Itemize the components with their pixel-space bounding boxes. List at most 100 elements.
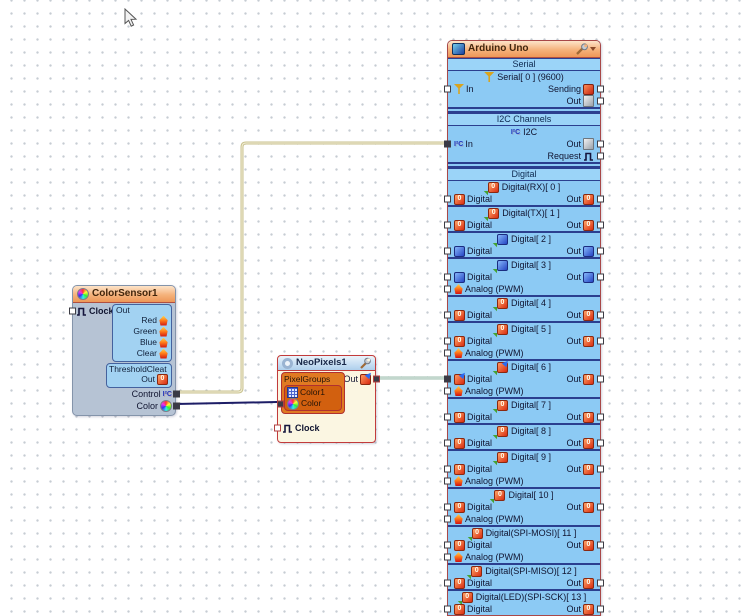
green-pin-row: Green — [113, 326, 171, 337]
clock-pin[interactable] — [69, 307, 76, 315]
digital-channel: Digital[ 7 ] Digital Out — [444, 397, 604, 423]
digital-channel-icon — [471, 565, 483, 577]
digital-out-pin[interactable] — [597, 541, 604, 549]
digital-out-pin[interactable] — [597, 439, 604, 447]
color-pin-row: Color — [136, 400, 180, 412]
digital-out-pin[interactable] — [597, 273, 604, 281]
digital-out-pin[interactable] — [597, 375, 604, 383]
digital-channel: Digital[ 9 ] Digital Out Analog (PWM) — [444, 449, 604, 487]
analog-pwm-pin[interactable] — [444, 515, 451, 523]
digital-pin-icon — [454, 271, 465, 283]
chevron-down-icon[interactable] — [590, 47, 596, 51]
analog-pwm-pin[interactable] — [444, 349, 451, 357]
digital-channel: Digital(RX)[ 0 ] Digital Out — [444, 181, 604, 205]
neopixels-clock-pin[interactable] — [274, 424, 281, 432]
flame-icon — [454, 514, 463, 524]
pixelgroups-panel: PixelGroups Color1 Color — [277, 372, 345, 414]
digital-in-pin[interactable] — [444, 311, 451, 319]
i2c-in-pin[interactable] — [444, 140, 451, 148]
digital-in-pin[interactable] — [444, 337, 451, 345]
digital-in-pin[interactable] — [444, 605, 451, 613]
channel-title: Digital(LED)(SPI-SCK)[ 13 ] — [448, 591, 600, 603]
digital-in-pin[interactable] — [444, 413, 451, 421]
channel-title: Digital[ 9 ] — [448, 451, 600, 463]
control-pin[interactable] — [173, 390, 180, 398]
digital-pin-icon — [454, 577, 465, 589]
chip-icon — [452, 43, 465, 55]
digital-out-pin[interactable] — [597, 221, 604, 229]
i2c-request-pin[interactable] — [597, 152, 604, 160]
digital-channel-icon — [496, 259, 508, 271]
digital-channel: Digital[ 4 ] Digital Out — [444, 295, 604, 321]
digital-in-pin[interactable] — [444, 247, 451, 255]
channel-title: Digital[ 2 ] — [448, 233, 600, 245]
digital-out-pin[interactable] — [597, 337, 604, 345]
digital-in-pin[interactable] — [444, 273, 451, 281]
neopixels1-header[interactable]: NeoPixels1 — [278, 356, 375, 371]
colorsensor1-header[interactable]: ColorSensor1 — [73, 286, 175, 303]
digital-out-pin[interactable] — [597, 503, 604, 511]
colorsensor1-block[interactable]: ColorSensor1 Clock Out Red Green Blue Cl… — [69, 285, 180, 416]
analog-pwm-pin[interactable] — [444, 553, 451, 561]
digital-pin-icon — [454, 193, 465, 205]
sending-icon — [583, 83, 594, 95]
analog-pwm-row: Analog (PWM) — [444, 385, 600, 397]
neopixels-color-label: Color — [301, 398, 322, 408]
digital-channel: Digital[ 10 ] Digital Out Analog (PWM) — [444, 487, 604, 525]
digital-in-pin[interactable] — [444, 579, 451, 587]
neopixels-out-pin[interactable] — [373, 375, 380, 383]
red-pin-label: Red — [141, 315, 157, 325]
digital-channel-icon — [496, 297, 508, 309]
neopixels-color-pin[interactable] — [277, 400, 284, 407]
document-icon — [583, 95, 594, 107]
color-wheel-icon — [160, 400, 172, 412]
digital-channel: Digital[ 8 ] Digital Out — [444, 423, 604, 449]
digital-out-icon — [583, 271, 594, 283]
wire-color-to-neopixels[interactable] — [175, 401, 278, 405]
i2c-out-pin[interactable] — [597, 140, 604, 148]
threshold-out-row: Out — [107, 374, 171, 385]
channel-pin-row: Digital Out — [444, 437, 604, 449]
digital-in-pin[interactable] — [444, 503, 451, 511]
antenna-icon — [454, 84, 464, 94]
channel-title: Digital[ 6 ] — [448, 361, 600, 373]
serial-sending-pin[interactable] — [597, 85, 604, 93]
neopixels-out-row: Out — [343, 373, 380, 385]
channel-pin-row: Digital Out — [444, 271, 604, 283]
digital-in-pin[interactable] — [444, 439, 451, 447]
channel-pin-row: Digital Out — [444, 539, 604, 551]
i2c-icon: I²C — [454, 140, 464, 148]
serial-out-pin[interactable] — [597, 97, 604, 105]
neopixels1-block[interactable]: NeoPixels1 Out PixelGroups Color1 Color — [274, 355, 380, 443]
pulse-icon — [283, 424, 292, 433]
i2c-icon: I²C — [510, 128, 521, 136]
color-pin[interactable] — [173, 402, 180, 410]
digital-out-pin[interactable] — [597, 579, 604, 587]
wrench-icon[interactable] — [359, 357, 371, 369]
arduino-header[interactable]: Arduino Uno — [448, 41, 600, 58]
digital-pin-icon — [454, 309, 465, 321]
arduino-uno-block[interactable]: Arduino Uno Serial Serial[ 0 ] (9600) In… — [444, 40, 604, 616]
digital-in-pin[interactable] — [444, 541, 451, 549]
digital-in-pin[interactable] — [444, 375, 451, 383]
clear-pin-row: Clear — [113, 348, 171, 359]
neopixels-color-row: Color — [277, 397, 339, 410]
analog-pwm-pin[interactable] — [444, 477, 451, 485]
digital-in-pin[interactable] — [444, 195, 451, 203]
digital-out-pin[interactable] — [597, 605, 604, 613]
digital-link-icon — [360, 373, 371, 385]
analog-pwm-pin[interactable] — [444, 285, 451, 293]
digital-out-pin[interactable] — [597, 465, 604, 473]
digital-out-pin[interactable] — [597, 195, 604, 203]
wrench-icon[interactable] — [575, 43, 588, 55]
digital-out-pin[interactable] — [597, 413, 604, 421]
digital-channel: Digital[ 6 ] Digital Out Analog (PWM) — [444, 359, 604, 397]
digital-out-pin[interactable] — [597, 311, 604, 319]
digital-out-pin[interactable] — [597, 247, 604, 255]
digital-in-pin[interactable] — [444, 465, 451, 473]
digital-in-pin[interactable] — [444, 221, 451, 229]
serial-out-row: Out — [448, 95, 604, 107]
analog-pwm-pin[interactable] — [444, 387, 451, 395]
serial-in-pin[interactable] — [444, 85, 451, 93]
color1-label: Color1 — [300, 387, 326, 397]
